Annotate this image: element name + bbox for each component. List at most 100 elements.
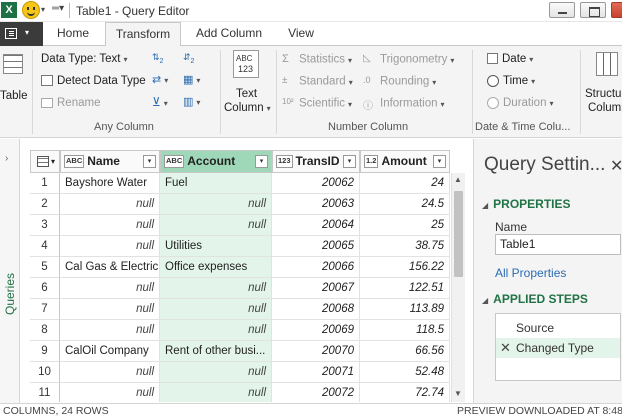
row-number[interactable]: 4 [30,236,60,257]
row-number[interactable]: 1 [30,173,60,194]
file-menu-button[interactable]: ▾ [0,22,43,46]
column-header-amount[interactable]: 1.2 Amount ▾ [360,150,450,173]
close-window-button[interactable] [611,2,622,18]
cell-transid[interactable]: 20066 [272,257,360,278]
statistics-dropdown[interactable]: Σ Statistics ▾ [282,53,352,66]
applied-step-source[interactable]: Source [496,318,620,338]
column-header-transid[interactable]: 123 TransID ▾ [272,150,360,173]
table-row[interactable]: 2 null null 20063 24.5 [30,194,450,215]
text-column-button[interactable]: ABC 123 Text Column ▾ [224,48,272,118]
cell-account[interactable]: null [160,278,272,299]
filter-dropdown-icon[interactable]: ▾ [143,155,156,168]
filter-dropdown-icon[interactable]: ▾ [343,155,356,168]
scroll-thumb[interactable] [454,191,463,277]
cell-name[interactable]: null [60,194,160,215]
cell-name[interactable]: Bayshore Water [60,173,160,194]
table-row[interactable]: 4 null Utilities 20065 38.75 [30,236,450,257]
cell-account[interactable]: Office expenses [160,257,272,278]
cell-account[interactable]: Fuel [160,173,272,194]
reverse-rows-icon[interactable]: ⇵2 [183,52,194,65]
cell-account[interactable]: null [160,194,272,215]
table-row[interactable]: 6 null null 20067 122.51 [30,278,450,299]
all-properties-link[interactable]: All Properties [495,266,566,280]
queries-pane-collapsed[interactable]: › Queries [0,139,20,403]
cell-account[interactable]: null [160,383,272,402]
column-header-name[interactable]: ABC Name ▾ [60,150,160,173]
tab-home[interactable]: Home [48,22,98,46]
table-row[interactable]: 9 CalOil Company Rent of other busi... 2007… [30,341,450,362]
tab-transform[interactable]: Transform [105,22,181,47]
cell-name[interactable]: null [60,383,160,402]
minimize-button[interactable] [549,2,575,18]
transpose-icon[interactable]: ⇅2 [152,52,163,65]
table-row[interactable]: 3 null null 20064 25 [30,215,450,236]
text-type-icon[interactable]: ABC [64,155,85,169]
cell-amount[interactable]: 113.89 [360,299,450,320]
cell-amount[interactable]: 122.51 [360,278,450,299]
cell-account[interactable]: Utilities [160,236,272,257]
table-row[interactable]: 8 null null 20069 118.5 [30,320,450,341]
tab-add-column[interactable]: Add Column [188,22,270,46]
cell-amount[interactable]: 52.48 [360,362,450,383]
information-dropdown[interactable]: ⓘ Information ▾ [363,97,445,112]
row-number[interactable]: 10 [30,362,60,383]
cell-amount[interactable]: 24.5 [360,194,450,215]
properties-header[interactable]: PROPERTIES [482,197,570,211]
smiley-dropdown-icon[interactable]: ▾ [41,5,45,14]
cell-account[interactable]: null [160,320,272,341]
rounding-dropdown[interactable]: .0 Rounding ▾ [363,75,436,88]
delete-step-icon[interactable]: ✕ [500,338,511,358]
text-type-icon[interactable]: ABC [164,155,185,169]
cell-transid[interactable]: 20070 [272,341,360,362]
table-row[interactable]: 1 Bayshore Water Fuel 20062 24 [30,173,450,194]
cell-name[interactable]: null [60,215,160,236]
cell-account[interactable]: Rent of other busi... [160,341,272,362]
cell-transid[interactable]: 20072 [272,383,360,402]
cell-amount[interactable]: 25 [360,215,450,236]
close-icon[interactable]: ✕ [610,156,622,176]
filter-dropdown-icon[interactable]: ▾ [255,155,268,168]
row-number[interactable]: 3 [30,215,60,236]
whole-number-type-icon[interactable]: 123 [276,155,293,169]
table-row[interactable]: 7 null null 20068 113.89 [30,299,450,320]
row-number[interactable]: 5 [30,257,60,278]
table-menu-button[interactable]: ▾ [30,150,60,173]
cell-transid[interactable]: 20065 [272,236,360,257]
table-row[interactable]: 10 null null 20071 52.48 [30,362,450,383]
cell-name[interactable]: null [60,299,160,320]
tab-view[interactable]: View [278,22,324,46]
cell-transid[interactable]: 20068 [272,299,360,320]
cell-amount[interactable]: 118.5 [360,320,450,341]
scroll-down-icon[interactable]: ▼ [454,389,462,398]
row-number[interactable]: 8 [30,320,60,341]
row-number[interactable]: 7 [30,299,60,320]
rename-button[interactable]: Rename [41,97,100,109]
detect-data-type-button[interactable]: Detect Data Type [41,75,146,87]
fill-down-icon[interactable]: ⊻ ▾ [152,95,168,109]
structured-column-button[interactable]: Structu Colum [583,48,622,118]
trigonometry-dropdown[interactable]: ◺ Trigonometry ▾ [363,53,454,66]
cell-transid[interactable]: 20064 [272,215,360,236]
applied-steps-header[interactable]: APPLIED STEPS [482,292,588,306]
cell-name[interactable]: null [60,320,160,341]
cell-name[interactable]: CalOil Company [60,341,160,362]
chevron-right-icon[interactable]: › [5,153,8,164]
column-header-account[interactable]: ABC Account ▾ [160,150,272,173]
data-type-dropdown[interactable]: Data Type: Text ▾ [41,53,128,65]
quick-access-customize-icon[interactable]: ═▾ [52,3,64,14]
time-dropdown[interactable]: Time ▾ [487,75,535,87]
row-number[interactable]: 9 [30,341,60,362]
maximize-button[interactable] [580,2,606,18]
cell-transid[interactable]: 20063 [272,194,360,215]
cell-name[interactable]: null [60,362,160,383]
scientific-dropdown[interactable]: 10² Scientific ▾ [282,97,352,110]
filter-dropdown-icon[interactable]: ▾ [433,155,446,168]
pivot-column-icon[interactable]: ▦ ▾ [183,73,200,86]
scroll-up-icon[interactable]: ▲ [454,175,462,184]
feedback-smiley-icon[interactable] [22,1,40,19]
cell-account[interactable]: null [160,215,272,236]
replace-values-icon[interactable]: ⇄ ▾ [152,73,168,86]
cell-name[interactable]: null [60,278,160,299]
cell-account[interactable]: null [160,299,272,320]
decimal-type-icon[interactable]: 1.2 [364,155,379,169]
